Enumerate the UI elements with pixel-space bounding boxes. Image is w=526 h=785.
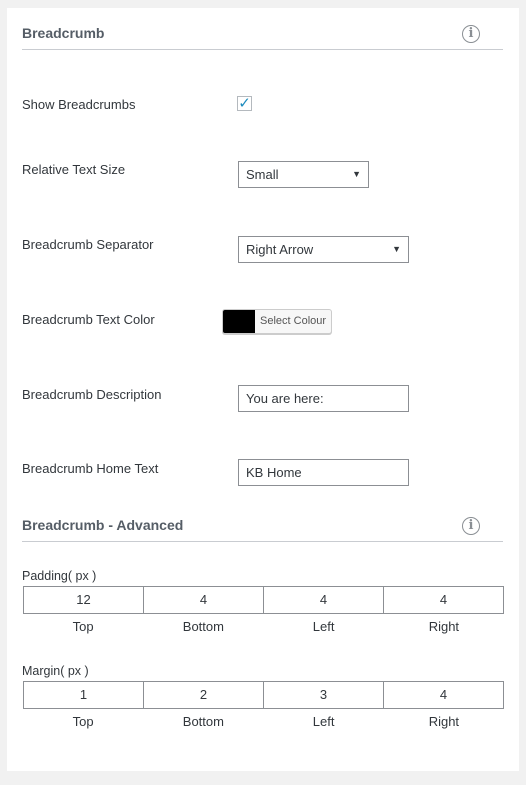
padding-inputs: 12 4 4 4 [23,586,504,614]
checkmark-icon: ✓ [238,95,251,112]
show-breadcrumbs-checkbox[interactable]: ✓ [237,96,252,111]
padding-top-input[interactable]: 12 [24,587,144,613]
info-icon[interactable]: i [462,25,480,43]
padding-right-caption: Right [428,619,460,634]
padding-left-caption: Left [312,619,335,634]
breadcrumb-home-text-input[interactable]: KB Home [238,459,409,486]
padding-bottom-input[interactable]: 4 [144,587,264,613]
select-colour-button[interactable]: Select Colour [260,310,326,333]
breadcrumb-description-label: Breadcrumb Description [22,387,162,402]
section-title-breadcrumb: Breadcrumb [22,25,105,41]
section-divider [22,541,503,542]
margin-bottom-caption: Bottom [182,714,224,729]
dropdown-arrow-icon: ▼ [352,169,361,179]
padding-captions: Top Bottom Left Right [23,619,504,634]
margin-bottom-input[interactable]: 2 [144,682,264,708]
breadcrumb-separator-value: Right Arrow [246,242,314,257]
padding-top-caption: Top [72,619,94,634]
padding-left-input[interactable]: 4 [264,587,384,613]
text-color-picker[interactable]: Select Colour [222,309,332,334]
color-swatch[interactable] [223,310,255,333]
breadcrumb-description-input[interactable]: You are here: [238,385,409,412]
margin-right-caption: Right [428,714,460,729]
info-icon[interactable]: i [462,517,480,535]
padding-label: Padding( px ) [22,569,97,583]
breadcrumb-home-text-label: Breadcrumb Home Text [22,461,159,476]
margin-left-caption: Left [312,714,335,729]
show-breadcrumbs-label: Show Breadcrumbs [22,97,136,112]
section-divider [22,49,503,50]
margin-inputs: 1 2 3 4 [23,681,504,709]
breadcrumb-text-color-label: Breadcrumb Text Color [22,312,155,327]
dropdown-arrow-icon: ▼ [392,244,401,254]
margin-captions: Top Bottom Left Right [23,714,504,729]
relative-text-size-value: Small [246,167,279,182]
breadcrumb-advanced-panel [7,506,519,771]
margin-label: Margin( px ) [22,664,89,678]
breadcrumb-separator-select[interactable]: Right Arrow ▼ [238,236,409,263]
section-title-advanced: Breadcrumb - Advanced [22,517,184,533]
relative-text-size-select[interactable]: Small ▼ [238,161,369,188]
padding-right-input[interactable]: 4 [384,587,503,613]
breadcrumb-separator-label: Breadcrumb Separator [22,237,154,252]
margin-top-caption: Top [72,714,94,729]
margin-left-input[interactable]: 3 [264,682,384,708]
padding-bottom-caption: Bottom [182,619,224,634]
relative-text-size-label: Relative Text Size [22,162,126,177]
margin-top-input[interactable]: 1 [24,682,144,708]
margin-right-input[interactable]: 4 [384,682,503,708]
